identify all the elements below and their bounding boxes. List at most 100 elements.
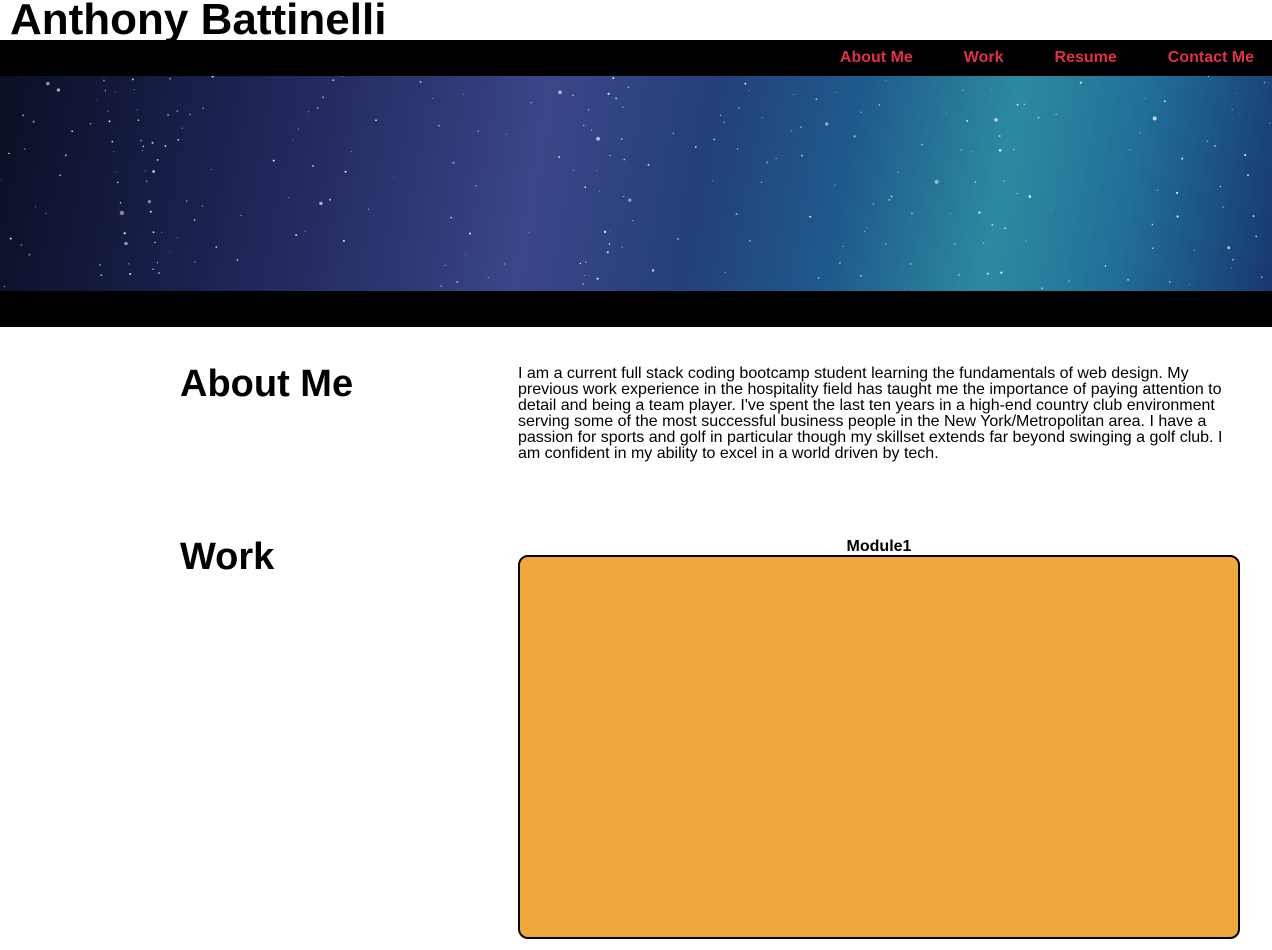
- star: [152, 170, 155, 173]
- star: [111, 140, 114, 143]
- nav-link-about-me[interactable]: About Me: [840, 40, 913, 76]
- module-card[interactable]: [518, 555, 1240, 939]
- star: [1139, 132, 1141, 134]
- star: [558, 156, 561, 159]
- star: [596, 170, 598, 172]
- star: [34, 206, 37, 208]
- star: [1016, 192, 1018, 194]
- star: [119, 201, 122, 204]
- star: [1181, 157, 1184, 160]
- star: [572, 94, 574, 97]
- nav-link-work[interactable]: Work: [964, 40, 1004, 76]
- star: [677, 238, 679, 240]
- star: [885, 243, 887, 245]
- star: [885, 80, 887, 82]
- star: [1079, 81, 1082, 84]
- star: [1168, 280, 1171, 283]
- star: [760, 181, 763, 184]
- star: [1000, 271, 1003, 274]
- star: [627, 86, 630, 88]
- star: [1127, 278, 1130, 281]
- page: Anthony Battinelli About Me Work Resume …: [0, 0, 1272, 950]
- star: [1004, 227, 1006, 230]
- star: [909, 263, 912, 265]
- star: [612, 77, 615, 79]
- star: [744, 82, 747, 85]
- star: [954, 243, 956, 245]
- star: [329, 198, 332, 201]
- star: [842, 245, 844, 247]
- star: [154, 241, 156, 244]
- star: [64, 154, 67, 157]
- star: [287, 197, 289, 199]
- star: [583, 124, 585, 127]
- star: [1023, 103, 1026, 106]
- nav-link-contact-me[interactable]: Contact Me: [1168, 40, 1254, 76]
- star: [487, 276, 490, 279]
- star: [149, 210, 152, 213]
- star: [32, 120, 35, 123]
- star: [103, 79, 105, 82]
- star: [974, 181, 977, 183]
- star: [1176, 191, 1179, 194]
- star: [921, 144, 923, 146]
- star: [647, 163, 650, 166]
- nav-links: About Me Work Resume Contact Me: [840, 40, 1254, 76]
- star: [587, 109, 590, 111]
- star: [9, 237, 12, 240]
- star: [194, 261, 196, 263]
- star: [815, 98, 818, 100]
- star: [295, 234, 298, 237]
- star: [161, 232, 163, 234]
- work-heading: Work: [180, 536, 275, 578]
- star: [322, 96, 325, 99]
- star: [440, 285, 443, 287]
- star: [1263, 81, 1266, 84]
- star: [312, 165, 314, 167]
- star: [465, 254, 467, 255]
- star: [604, 230, 607, 233]
- star: [137, 119, 140, 122]
- star: [584, 275, 586, 277]
- star: [156, 158, 159, 161]
- star: [986, 272, 989, 275]
- site-title: Anthony Battinelli: [10, 0, 387, 44]
- star: [1093, 248, 1095, 250]
- star: [115, 171, 117, 173]
- star: [185, 200, 188, 202]
- star: [316, 107, 319, 109]
- star: [240, 215, 242, 216]
- star: [463, 93, 465, 95]
- star: [119, 210, 125, 216]
- star: [505, 133, 507, 135]
- star: [748, 239, 751, 242]
- star: [113, 151, 115, 153]
- star: [800, 154, 804, 157]
- star: [872, 202, 875, 205]
- star: [59, 174, 62, 177]
- star: [620, 138, 623, 140]
- star: [736, 148, 739, 150]
- star: [860, 111, 862, 113]
- star: [1255, 235, 1258, 238]
- star: [607, 92, 610, 95]
- about-paragraph: I am a current full stack coding bootcam…: [518, 365, 1223, 462]
- star: [158, 272, 160, 274]
- star: [211, 76, 214, 78]
- hero-starry-sky-image: [0, 76, 1272, 291]
- star: [1214, 145, 1216, 147]
- star: [1068, 280, 1070, 282]
- nav-link-resume[interactable]: Resume: [1055, 40, 1117, 76]
- star: [628, 198, 632, 202]
- star: [1151, 223, 1154, 226]
- star: [1050, 208, 1052, 210]
- star: [193, 219, 196, 221]
- star: [344, 170, 347, 173]
- star: [775, 158, 777, 160]
- star: [181, 127, 183, 129]
- star: [572, 169, 574, 172]
- star: [623, 158, 626, 161]
- star: [1207, 76, 1210, 78]
- star: [140, 139, 142, 142]
- star: [147, 200, 152, 204]
